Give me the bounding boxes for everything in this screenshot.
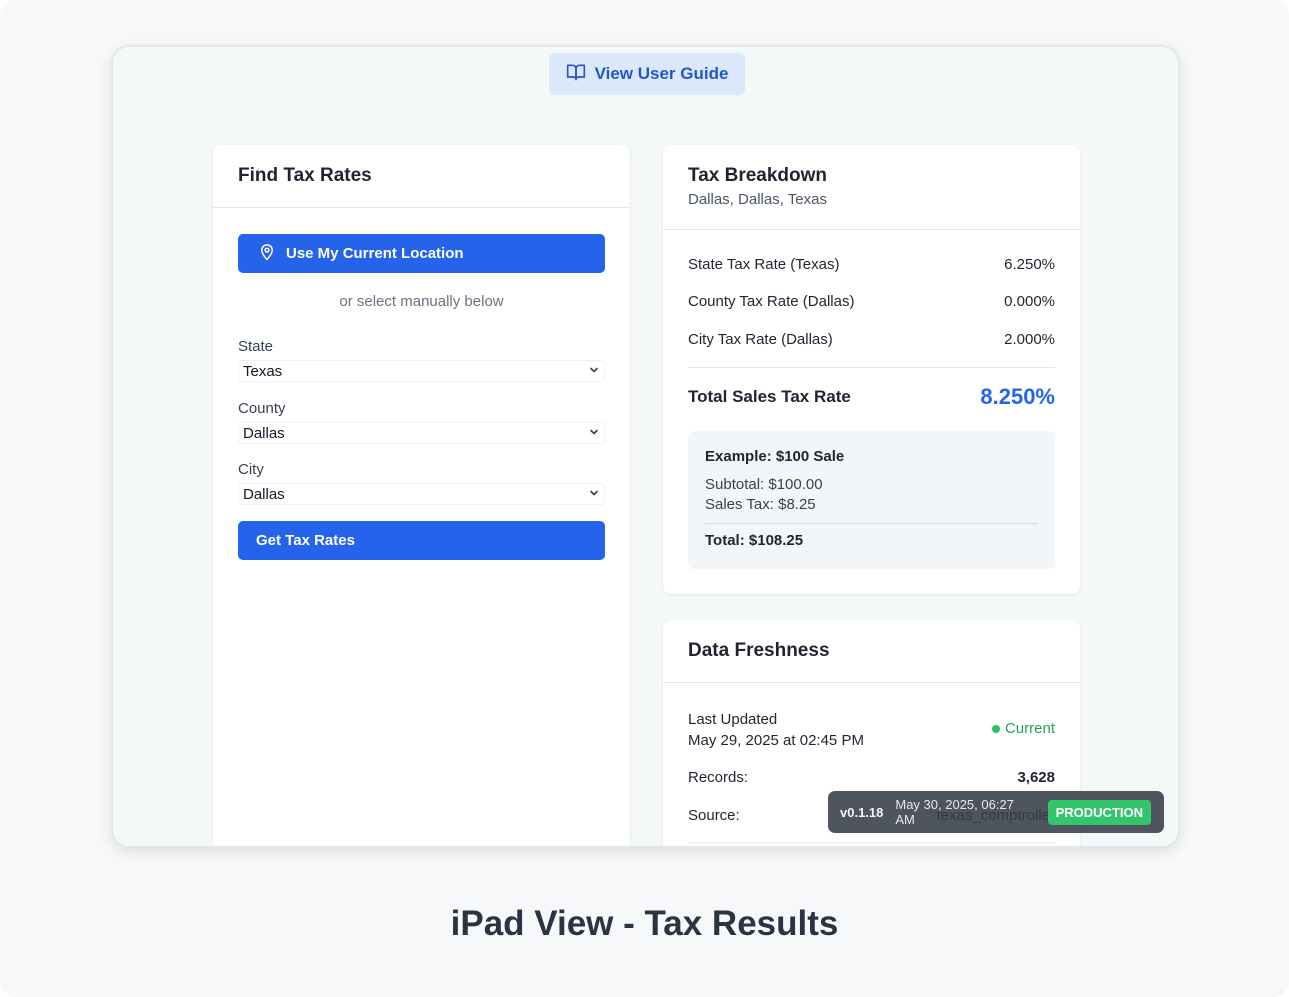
state-select[interactable]: Texas [238, 360, 605, 382]
use-current-location-label: Use My Current Location [286, 245, 464, 262]
tax-breakdown-header: Tax Breakdown Dallas, Dallas, Texas [663, 145, 1080, 230]
get-tax-rates-button[interactable]: Get Tax Rates [238, 521, 605, 560]
state-label: State [238, 338, 274, 355]
records-label: Records: [688, 769, 749, 786]
status-label: Current [1004, 720, 1055, 737]
records-value: 3,628 [1017, 769, 1055, 786]
view-user-guide-button[interactable]: View User Guide [549, 53, 745, 95]
example-sale-box: Example: $100 Sale Subtotal: $100.00 Sal… [688, 431, 1055, 569]
view-user-guide-label: View User Guide [594, 64, 729, 83]
manual-select-hint: or select manually below [339, 293, 504, 310]
ipad-frame: View User Guide Find Tax Rates Use My Cu… [111, 45, 1180, 848]
screenshot-canvas: View User Guide Find Tax Rates Use My Cu… [0, 0, 1289, 997]
county-rate-label: County Tax Rate (Dallas) [688, 293, 855, 310]
find-tax-rates-card: Find Tax Rates Use My Current Location o… [213, 145, 630, 846]
last-updated-label: Last Updated [688, 711, 778, 728]
example-divider [705, 523, 1038, 524]
book-icon [566, 62, 586, 87]
version-badge: v0.1.18 May 30, 2025, 06:27 AM PRODUCTIO… [828, 791, 1164, 833]
status-badge: Current [991, 720, 1055, 737]
county-rate-value: 0.000% [1004, 293, 1055, 310]
use-current-location-button[interactable]: Use My Current Location [238, 234, 605, 273]
example-title: Example: $100 Sale [705, 448, 845, 465]
environment-badge: PRODUCTION [1047, 799, 1151, 825]
total-rate-label: Total Sales Tax Rate [688, 387, 851, 406]
city-label: City [238, 461, 264, 478]
tax-breakdown-location: Dallas, Dallas, Texas [688, 191, 827, 208]
version-number: v0.1.18 [840, 804, 884, 820]
status-dot-icon [991, 724, 1000, 733]
freshness-divider [688, 842, 1055, 843]
data-freshness-title: Data Freshness [688, 640, 830, 661]
county-rate-row: County Tax Rate (Dallas) 0.000% [688, 293, 1055, 310]
location-pin-icon [258, 243, 276, 265]
build-timestamp: May 30, 2025, 06:27 AM [895, 797, 1014, 827]
tax-breakdown-card: Tax Breakdown Dallas, Dallas, Texas Stat… [663, 145, 1080, 594]
data-freshness-header: Data Freshness [663, 620, 1080, 683]
screenshot-caption: iPad View - Tax Results [450, 904, 839, 943]
total-rate-value: 8.250% [980, 384, 1055, 409]
chevron-down-icon [588, 363, 600, 380]
example-total: Total: $108.25 [705, 532, 804, 549]
state-select-value: Texas [243, 362, 283, 380]
chevron-down-icon [588, 425, 600, 442]
state-rate-label: State Tax Rate (Texas) [688, 256, 840, 273]
tax-breakdown-title: Tax Breakdown [688, 165, 828, 186]
city-rate-value: 2.000% [1004, 331, 1055, 348]
find-tax-rates-header: Find Tax Rates [213, 145, 630, 208]
last-updated-value: May 29, 2025 at 02:45 PM [688, 732, 864, 749]
city-rate-label: City Tax Rate (Dallas) [688, 331, 833, 348]
example-sales-tax: Sales Tax: $8.25 [705, 496, 816, 513]
city-rate-row: City Tax Rate (Dallas) 2.000% [688, 331, 1055, 348]
source-label: Source: [688, 807, 740, 824]
state-rate-row: State Tax Rate (Texas) 6.250% [688, 256, 1055, 273]
county-label: County [238, 400, 286, 417]
rate-divider [688, 367, 1055, 368]
city-select-value: Dallas [243, 485, 285, 503]
chevron-down-icon [588, 486, 600, 503]
total-rate-row: Total Sales Tax Rate 8.250% [688, 384, 1055, 410]
example-subtotal: Subtotal: $100.00 [705, 476, 823, 493]
county-select-value: Dallas [243, 424, 285, 442]
find-tax-rates-title: Find Tax Rates [238, 165, 372, 186]
county-select[interactable]: Dallas [238, 422, 605, 444]
city-select[interactable]: Dallas [238, 483, 605, 505]
state-rate-value: 6.250% [1004, 256, 1055, 273]
